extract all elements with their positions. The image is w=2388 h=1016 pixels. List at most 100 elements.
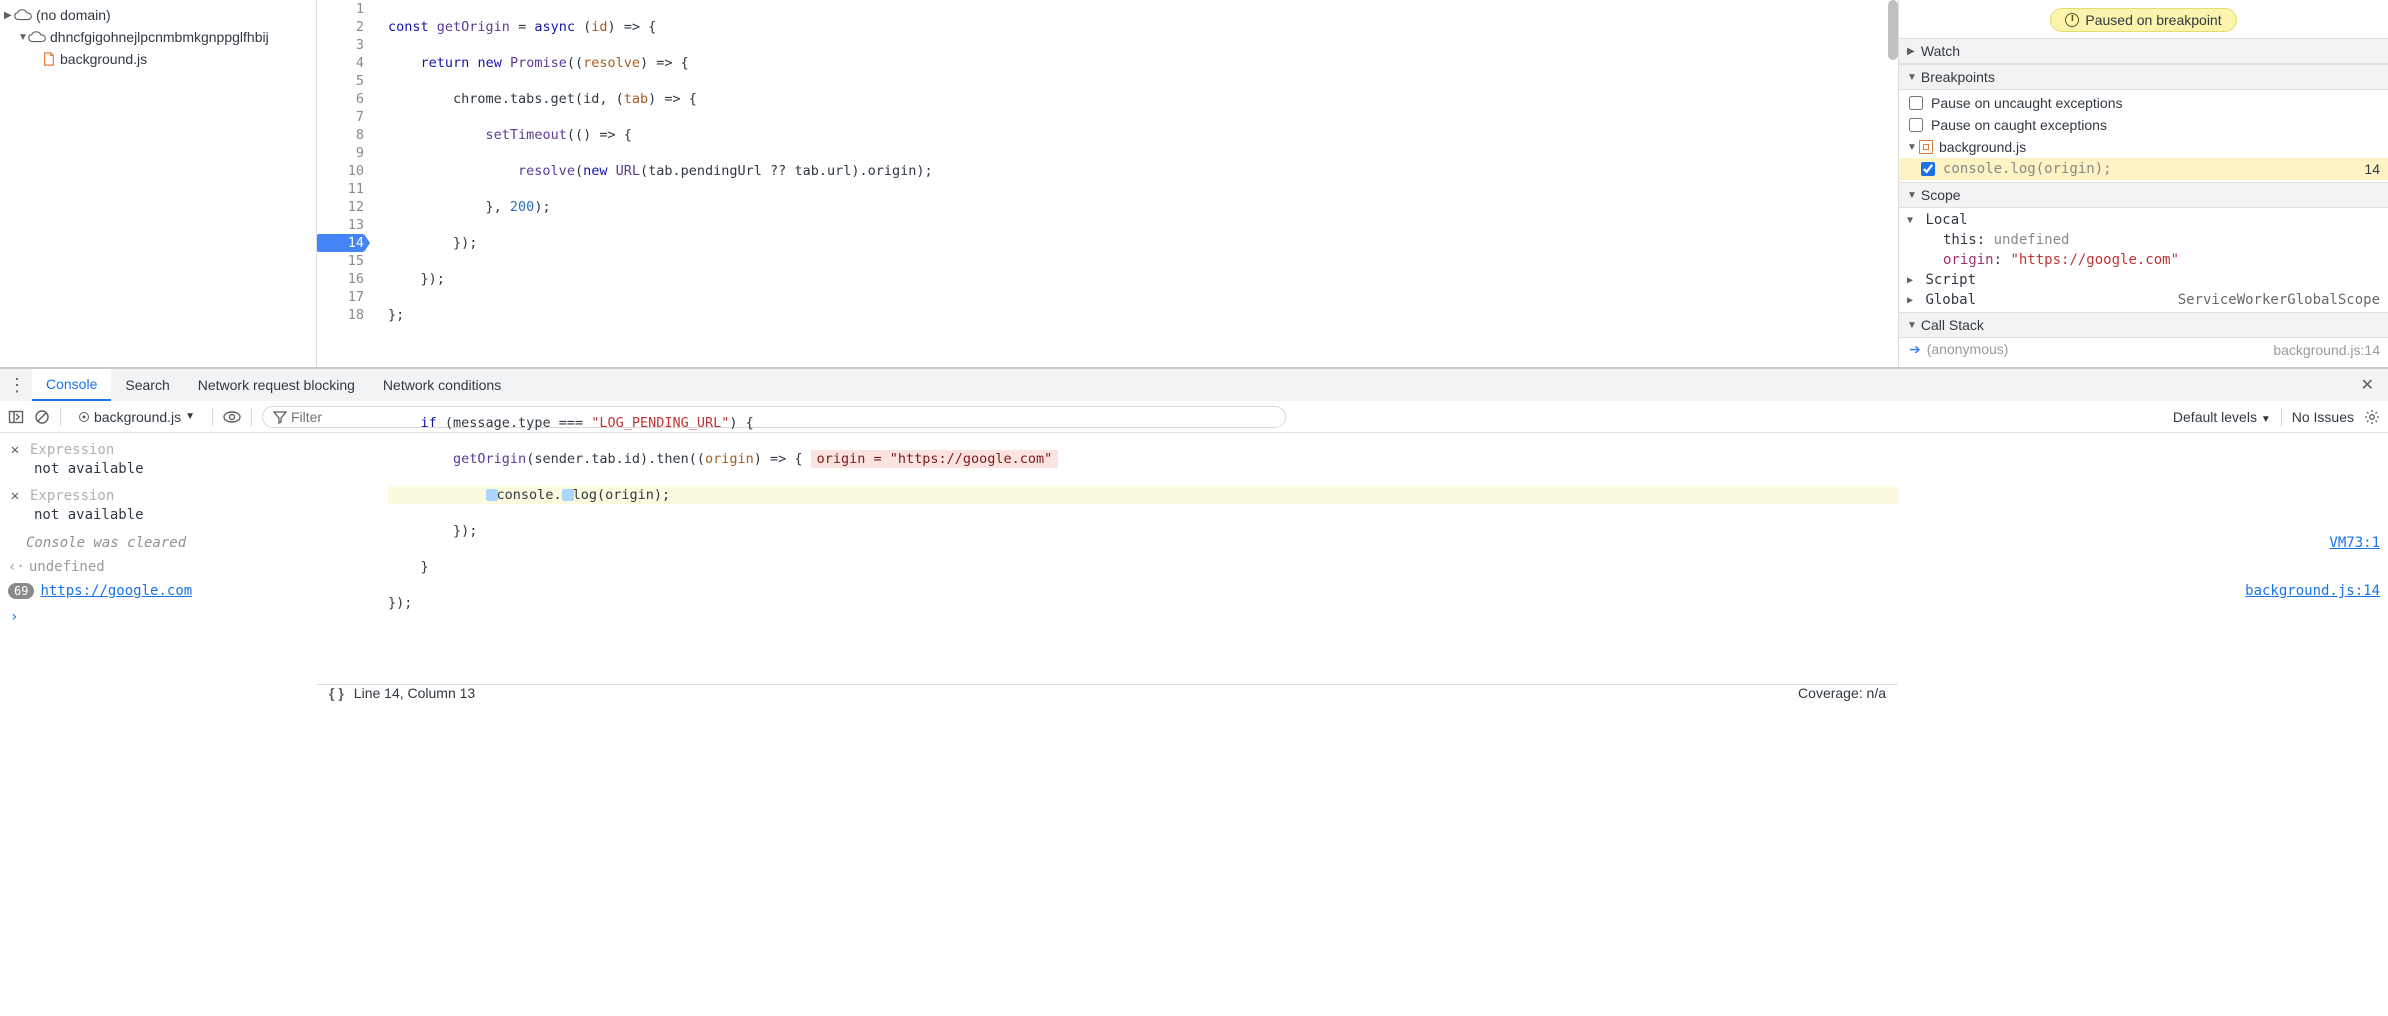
line-number[interactable]: 15 bbox=[317, 252, 364, 270]
scope-global[interactable]: ▶ Global ServiceWorkerGlobalScope bbox=[1899, 290, 2388, 310]
paused-banner: Paused on breakpoint bbox=[2050, 8, 2236, 32]
chevron-down-icon: ▼ bbox=[1907, 72, 1917, 83]
callstack-section-header[interactable]: ▼ Call Stack bbox=[1899, 312, 2388, 338]
line-gutter[interactable]: 1 2 3 4 5 6 7 8 9 10 11 12 13 14 15 16 1 bbox=[317, 0, 372, 684]
debugger-panel[interactable]: Paused on breakpoint ▶ Watch ▼ Breakpoin… bbox=[1898, 0, 2388, 367]
breakpoint-file-row[interactable]: ▼ background.js bbox=[1899, 136, 2388, 158]
tree-label: background.js bbox=[60, 51, 147, 67]
tree-file-background-js[interactable]: background.js bbox=[0, 48, 316, 70]
funnel-icon bbox=[273, 410, 287, 424]
expression-placeholder[interactable]: Expression bbox=[30, 488, 114, 504]
close-icon[interactable]: ✕ bbox=[8, 442, 22, 458]
logged-url[interactable]: https://google.com bbox=[40, 583, 192, 599]
pause-uncaught-checkbox[interactable] bbox=[1909, 96, 1923, 110]
tree-folder-extension[interactable]: ▼ dhncfgigohnejlpcnmbmkgnppglfhbij bbox=[0, 26, 316, 48]
watch-section-header[interactable]: ▶ Watch bbox=[1899, 38, 2388, 64]
scope-var-origin[interactable]: origin: "https://google.com" bbox=[1899, 250, 2388, 270]
tab-network-conditions[interactable]: Network conditions bbox=[369, 369, 515, 401]
divider bbox=[212, 408, 213, 426]
current-frame-icon: ➔ bbox=[1909, 341, 1921, 357]
file-icon bbox=[1919, 140, 1933, 154]
source-link[interactable]: VM73:1 bbox=[2329, 535, 2380, 551]
chevron-down-icon: ▼ bbox=[1907, 320, 1917, 331]
line-number[interactable]: 5 bbox=[317, 72, 364, 90]
line-number[interactable]: 8 bbox=[317, 126, 364, 144]
tab-network-request-blocking[interactable]: Network request blocking bbox=[184, 369, 369, 401]
close-icon[interactable]: ✕ bbox=[2355, 375, 2380, 395]
breakpoint-line-number: 14 bbox=[2364, 161, 2380, 177]
scope-script[interactable]: ▶ Script bbox=[1899, 270, 2388, 290]
line-number[interactable]: 11 bbox=[317, 180, 364, 198]
chevron-down-icon: ▼ bbox=[1907, 190, 1917, 201]
tab-console[interactable]: Console bbox=[32, 369, 111, 401]
scope-var-this[interactable]: this: undefined bbox=[1899, 230, 2388, 250]
inline-value-hint: origin = "https://google.com" bbox=[811, 450, 1059, 468]
tree-label: dhncfgigohnejlpcnmbmkgnppglfhbij bbox=[50, 29, 269, 45]
pretty-print-icon[interactable]: { } bbox=[329, 685, 344, 701]
paused-text: Paused on breakpoint bbox=[2085, 12, 2221, 28]
close-icon[interactable]: ✕ bbox=[8, 488, 22, 504]
cloud-icon bbox=[14, 8, 32, 22]
chevron-right-icon: ▶ bbox=[4, 10, 14, 21]
coverage-status: Coverage: n/a bbox=[1798, 685, 1886, 701]
breakpoint-marker[interactable]: 14 bbox=[317, 234, 364, 252]
pause-caught-row[interactable]: Pause on caught exceptions bbox=[1899, 114, 2388, 136]
chevron-right-icon: ▶ bbox=[1907, 46, 1917, 57]
log-levels-selector[interactable]: Default levels ▼ bbox=[2173, 409, 2271, 425]
breakpoint-checkbox[interactable] bbox=[1921, 162, 1935, 176]
scope-section-header[interactable]: ▼ Scope bbox=[1899, 182, 2388, 208]
line-number[interactable]: 1 bbox=[317, 0, 364, 18]
pause-uncaught-row[interactable]: Pause on uncaught exceptions bbox=[1899, 92, 2388, 114]
line-number[interactable]: 16 bbox=[317, 270, 364, 288]
line-number[interactable]: 4 bbox=[317, 54, 364, 72]
line-number[interactable]: 13 bbox=[317, 216, 364, 234]
chevron-right-icon: ▶ bbox=[1907, 275, 1917, 286]
pause-caught-checkbox[interactable] bbox=[1909, 118, 1923, 132]
line-number[interactable]: 2 bbox=[317, 18, 364, 36]
more-icon[interactable]: ⋮ bbox=[8, 375, 32, 396]
chevron-down-icon: ▼ bbox=[2261, 414, 2271, 425]
chevron-right-icon: ▶ bbox=[1907, 295, 1917, 306]
toggle-sidebar-icon[interactable] bbox=[8, 409, 24, 425]
chevron-down-icon: ▼ bbox=[1907, 142, 1917, 153]
editor-status-bar: { } Line 14, Column 13 Coverage: n/a bbox=[317, 684, 1898, 701]
divider bbox=[60, 408, 61, 426]
line-number[interactable]: 3 bbox=[317, 36, 364, 54]
drawer-tab-bar[interactable]: ⋮ Console Search Network request blockin… bbox=[0, 369, 2388, 401]
repeat-count-badge: 69 bbox=[8, 583, 34, 599]
tab-search[interactable]: Search bbox=[111, 369, 183, 401]
code-content[interactable]: const getOrigin = async (id) => { return… bbox=[372, 0, 1898, 684]
cursor-position: Line 14, Column 13 bbox=[354, 685, 475, 701]
info-icon bbox=[2065, 13, 2079, 27]
scope-local[interactable]: ▼ Local bbox=[1899, 210, 2388, 230]
divider bbox=[251, 408, 252, 426]
source-link[interactable]: background.js:14 bbox=[2245, 583, 2380, 599]
line-number[interactable]: 10 bbox=[317, 162, 364, 180]
line-number[interactable]: 9 bbox=[317, 144, 364, 162]
breakpoints-section-header[interactable]: ▼ Breakpoints bbox=[1899, 64, 2388, 90]
line-number[interactable]: 17 bbox=[317, 288, 364, 306]
divider bbox=[2281, 408, 2282, 426]
chevron-down-icon: ▼ bbox=[18, 32, 28, 43]
tree-label: (no domain) bbox=[36, 7, 111, 23]
return-arrow-icon: ‹· bbox=[8, 559, 25, 575]
clear-console-icon[interactable] bbox=[34, 409, 50, 425]
breakpoint-entry[interactable]: console.log(origin); 14 bbox=[1899, 158, 2388, 180]
line-number[interactable]: 6 bbox=[317, 90, 364, 108]
chevron-down-icon: ▼ bbox=[1907, 215, 1917, 226]
line-number[interactable]: 7 bbox=[317, 108, 364, 126]
code-editor[interactable]: 1 2 3 4 5 6 7 8 9 10 11 12 13 14 15 16 1 bbox=[317, 0, 1898, 367]
line-number[interactable]: 18 bbox=[317, 306, 364, 324]
file-navigator[interactable]: ▶ (no domain) ▼ dhncfgigohnejlpcnmbmkgnp… bbox=[0, 0, 317, 367]
callstack-frame[interactable]: ➔(anonymous) background.js:14 bbox=[1899, 338, 2388, 361]
scrollbar-vertical[interactable] bbox=[1888, 0, 1898, 60]
cloud-icon bbox=[28, 30, 46, 44]
live-expression-icon[interactable] bbox=[223, 410, 241, 424]
tree-folder-no-domain[interactable]: ▶ (no domain) bbox=[0, 4, 316, 26]
line-number[interactable]: 12 bbox=[317, 198, 364, 216]
expression-placeholder[interactable]: Expression bbox=[30, 442, 114, 458]
chevron-down-icon: ▼ bbox=[185, 411, 195, 422]
gear-icon[interactable] bbox=[2364, 409, 2380, 425]
context-selector[interactable]: background.js ▼ bbox=[71, 406, 202, 428]
issues-button[interactable]: No Issues bbox=[2292, 409, 2354, 425]
